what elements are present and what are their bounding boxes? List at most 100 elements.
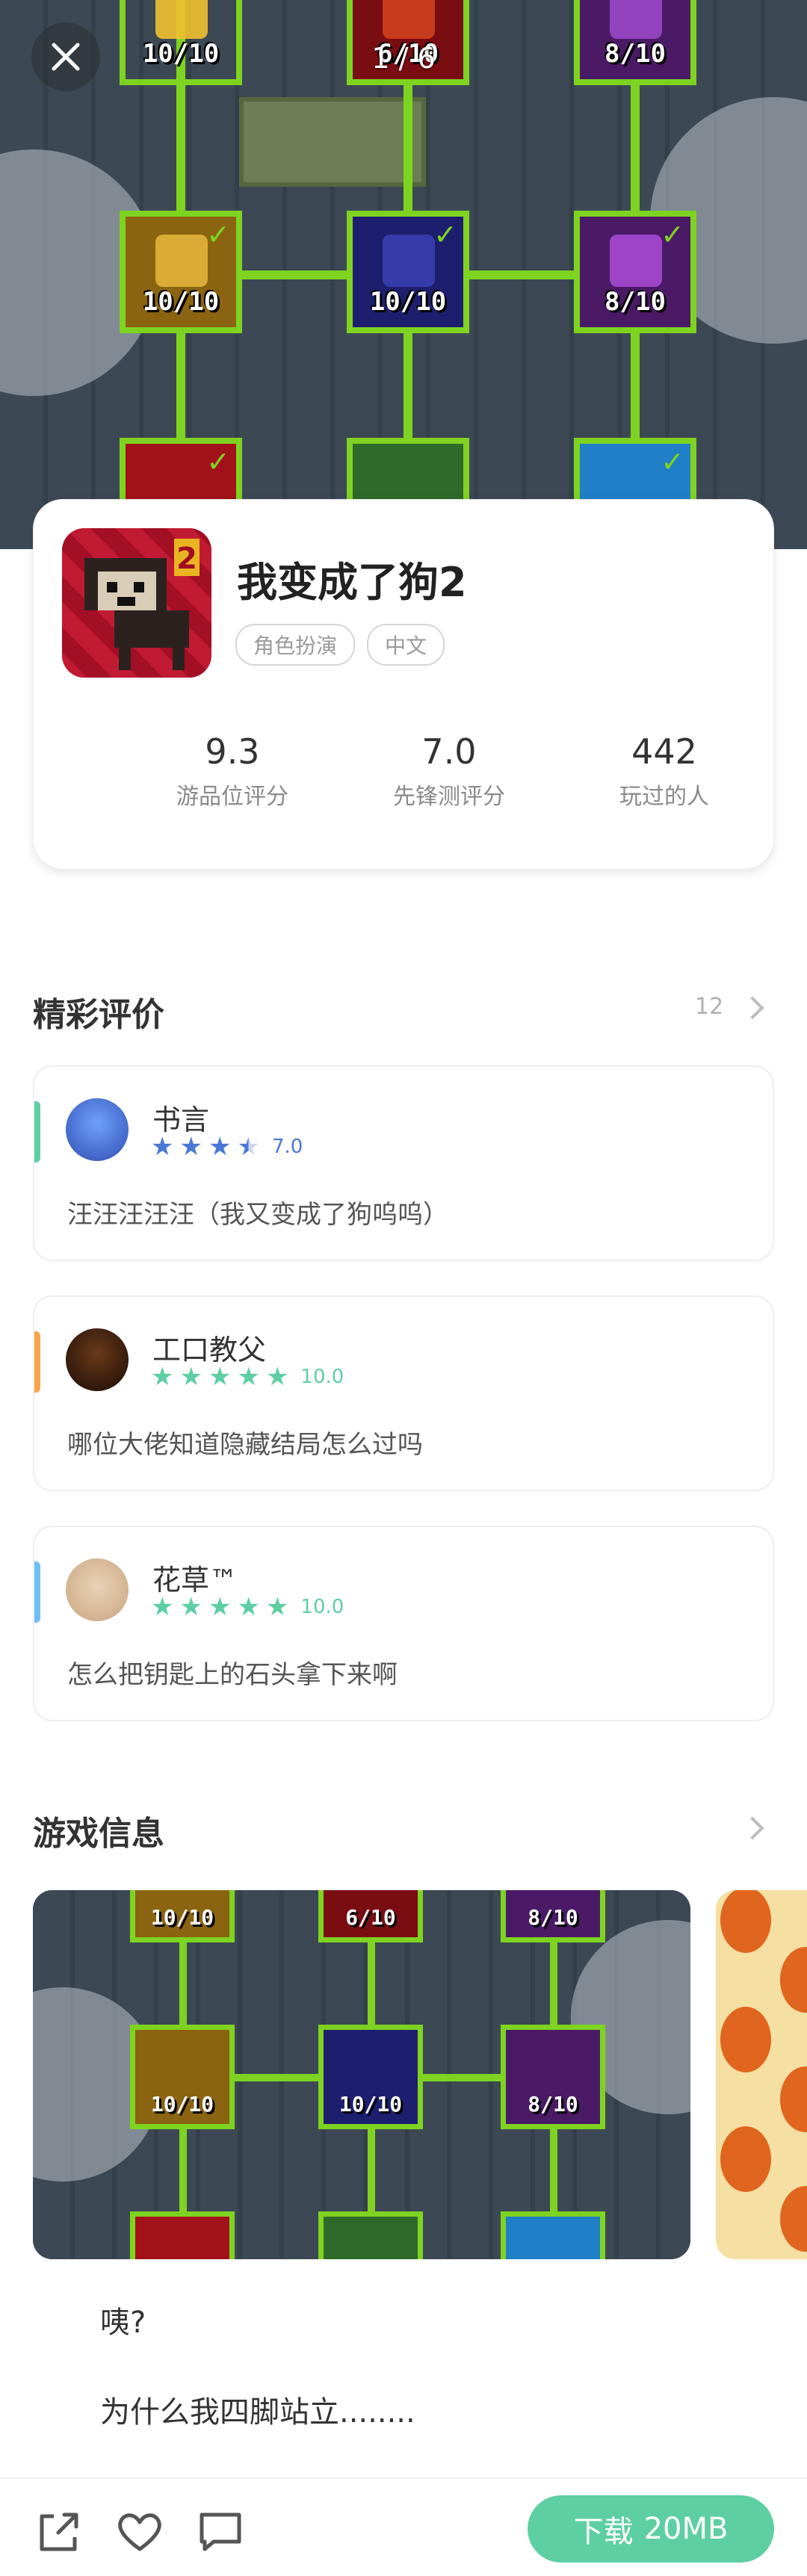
screenshot-carousel[interactable]: ✓ 10/10 ✓ 6/10 ✓ 8/10 ✓ 10/10 ✓ 10/10 ✓ … xyxy=(0,0,807,549)
pattern-thumbnail xyxy=(720,1890,807,2252)
rating-stats: 9.3 游品位评分 7.0 先锋测评分 442 玩过的人 xyxy=(34,731,775,821)
stat-value: 7.0 xyxy=(421,731,477,772)
reviews-title: 精彩评价 xyxy=(33,996,164,1034)
tag-genre[interactable]: 角色扮演 xyxy=(235,624,356,666)
tile-count: 10/10 xyxy=(142,287,220,317)
review-text: 怎么把钥匙上的石头拿下来啊 xyxy=(67,1660,398,1690)
download-size: 20MB xyxy=(643,2512,729,2546)
review-text: 哪位大佬知道隐藏结局怎么过吗 xyxy=(67,1430,423,1460)
reviews-count[interactable]: 12 xyxy=(695,994,723,1020)
dog-face-icon xyxy=(383,235,435,287)
star-icon: ★ xyxy=(237,1592,260,1622)
review-accent xyxy=(34,1101,40,1162)
skill-tile xyxy=(501,2211,605,2259)
check-icon: ✓ xyxy=(661,0,684,3)
skill-tile: 10/10 xyxy=(318,2025,423,2129)
star-rating: ★ ★ ★ ★ ★ 10.0 xyxy=(151,1364,344,1390)
skill-tile: ✓ 10/10 xyxy=(120,211,242,333)
star-icon: ★ xyxy=(208,1132,232,1162)
review-accent xyxy=(34,1561,40,1623)
game-info-title: 游戏信息 xyxy=(33,1815,164,1853)
avatar[interactable] xyxy=(66,1098,129,1161)
skill-tile: 10/10 xyxy=(130,1890,235,1942)
app-title: 我变成了狗2 xyxy=(237,559,467,606)
star-icon: ★ xyxy=(237,1362,260,1392)
check-icon: ✓ xyxy=(661,445,684,478)
check-icon: ✓ xyxy=(433,218,457,251)
hero-shelf-decoration xyxy=(239,97,426,187)
stat-label: 游品位评分 xyxy=(176,784,288,810)
review-text: 汪汪汪汪汪（我又变成了狗呜呜） xyxy=(67,1200,448,1230)
download-button[interactable]: 下载 20MB xyxy=(528,2495,774,2563)
half-star-icon: ★ xyxy=(237,1132,260,1162)
comment-icon[interactable] xyxy=(194,2506,247,2558)
stat-players: 442 玩过的人 xyxy=(575,731,754,811)
skill-tile: ✓ 8/10 xyxy=(574,0,696,85)
svg-text:2: 2 xyxy=(176,542,197,576)
skill-tile xyxy=(318,2211,423,2259)
star-icon: ★ xyxy=(179,1362,202,1392)
app-detail-page: ✓ 10/10 ✓ 6/10 ✓ 8/10 ✓ 10/10 ✓ 10/10 ✓ … xyxy=(0,0,807,2576)
stat-label: 玩过的人 xyxy=(619,784,709,810)
stat-label: 先锋测评分 xyxy=(393,784,505,810)
description-line: 咦? xyxy=(100,2306,146,2340)
check-icon: ✓ xyxy=(433,0,457,3)
review-score: 10.0 xyxy=(300,1596,344,1618)
review-accent xyxy=(34,1331,40,1393)
skill-tile: 8/10 xyxy=(501,2025,605,2129)
star-icon: ★ xyxy=(265,1362,289,1392)
check-icon: ✓ xyxy=(206,445,230,478)
skill-tile: ✓ 10/10 xyxy=(347,211,469,333)
stat-rating: 9.3 游品位评分 xyxy=(143,731,322,811)
star-rating: ★ ★ ★ ★ ★ 10.0 xyxy=(151,1594,344,1620)
star-icon: ★ xyxy=(265,1592,289,1622)
beetle-icon xyxy=(155,0,208,39)
tile-count: 8/10 xyxy=(605,287,666,317)
review-card[interactable]: 书言 ★ ★ ★ ★ 7.0 汪汪汪汪汪（我又变成了狗呜呜） xyxy=(33,1065,774,1261)
star-icon: ★ xyxy=(208,1592,232,1622)
close-icon xyxy=(52,43,80,71)
description-line: 为什么我四脚站立........ xyxy=(100,2395,415,2430)
star-icon: ★ xyxy=(151,1132,174,1162)
chevron-right-icon[interactable] xyxy=(740,1816,764,1840)
avatar[interactable] xyxy=(66,1558,129,1621)
avatar[interactable] xyxy=(66,1328,129,1391)
tag-language[interactable]: 中文 xyxy=(367,624,445,666)
skill-tile: 8/10 xyxy=(501,1890,605,1942)
skill-tile: ✓ 8/10 xyxy=(574,211,696,333)
carousel-pager: 1 / 6 xyxy=(371,42,436,75)
bullet-icon xyxy=(383,0,435,39)
stat-value: 442 xyxy=(631,731,697,772)
gallery-screenshot-next[interactable] xyxy=(716,1890,807,2259)
close-button[interactable] xyxy=(31,22,100,91)
bottom-action-bar: 下载 20MB xyxy=(0,2477,807,2576)
check-icon: ✓ xyxy=(206,218,230,251)
star-icon: ★ xyxy=(151,1362,174,1392)
app-icon: 2 xyxy=(62,528,211,678)
star-icon: ★ xyxy=(179,1132,202,1162)
review-score: 10.0 xyxy=(300,1366,344,1388)
review-card[interactable]: 工口教父 ★ ★ ★ ★ ★ 10.0 哪位大佬知道隐藏结局怎么过吗 xyxy=(33,1295,774,1491)
gear-icon xyxy=(610,0,662,39)
star-icon: ★ xyxy=(151,1592,174,1622)
gallery-screenshot[interactable]: 10/10 6/10 8/10 10/10 10/10 8/10 xyxy=(33,1890,690,2259)
skill-tile: 6/10 xyxy=(318,1890,423,1942)
star-icon: ★ xyxy=(179,1592,202,1622)
heart-icon[interactable] xyxy=(114,2506,166,2558)
star-rating: ★ ★ ★ ★ 7.0 xyxy=(151,1134,303,1159)
review-score: 7.0 xyxy=(271,1136,303,1158)
tile-count: 10/10 xyxy=(369,287,447,317)
stat-value: 9.3 xyxy=(205,731,260,772)
tag-list: 角色扮演 中文 xyxy=(235,624,445,666)
skill-tile xyxy=(130,2211,235,2259)
stat-review-score: 7.0 先锋测评分 xyxy=(359,731,539,811)
chevron-right-icon[interactable] xyxy=(740,996,764,1020)
share-icon[interactable] xyxy=(33,2506,85,2558)
check-icon: ✓ xyxy=(206,0,230,3)
tile-count: 10/10 xyxy=(142,39,220,69)
review-card[interactable]: 花草™ ★ ★ ★ ★ ★ 10.0 怎么把钥匙上的石头拿下来啊 xyxy=(33,1526,774,1721)
app-info-card: 2 我变成了狗2 角色扮演 中文 9.3 游品位评分 7.0 先锋测评分 442… xyxy=(33,499,774,870)
tile-count: 8/10 xyxy=(605,39,666,69)
download-label: 下载 xyxy=(573,2515,634,2549)
check-icon: ✓ xyxy=(661,218,684,251)
